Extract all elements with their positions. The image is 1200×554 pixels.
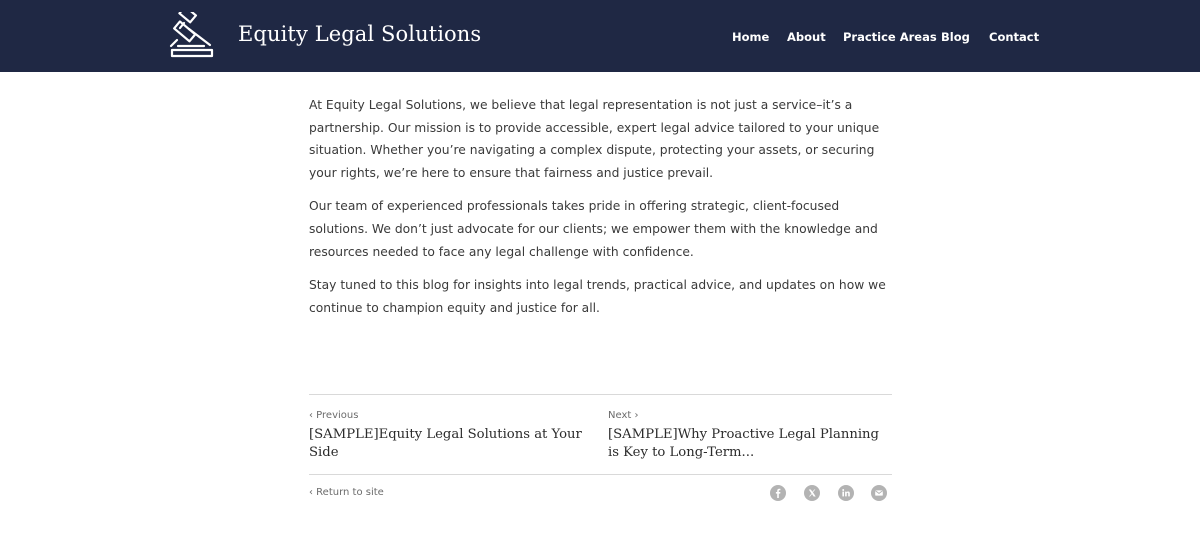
nav-blog[interactable]: Blog [941, 30, 970, 44]
article-paragraph: Stay tuned to this blog for insights int… [309, 277, 886, 315]
nav-about[interactable]: About [787, 30, 826, 44]
main-nav: Home About Practice Areas Blog Contact [0, 30, 1200, 46]
nav-home[interactable]: Home [732, 30, 769, 44]
article-paragraph: Our team of experienced professionals ta… [309, 199, 878, 259]
return-to-site-link[interactable]: ‹ Return to site [309, 487, 384, 498]
email-icon[interactable] [871, 485, 887, 501]
article-body: At Equity Legal Solutions, we believe th… [309, 94, 893, 330]
x-icon[interactable] [804, 485, 820, 501]
next-post-link[interactable]: [SAMPLE]Why Proactive Legal Planning is … [608, 426, 893, 462]
article-paragraph: At Equity Legal Solutions, we believe th… [309, 98, 880, 181]
divider [309, 394, 892, 395]
site-header: Equity Legal Solutions Home About Practi… [0, 0, 1200, 72]
previous-post-link[interactable]: [SAMPLE]Equity Legal Solutions at Your S… [309, 426, 589, 462]
facebook-icon[interactable] [770, 485, 786, 501]
divider [309, 474, 892, 475]
previous-post-label[interactable]: ‹ Previous [309, 410, 358, 421]
next-post-label[interactable]: Next › [608, 410, 638, 421]
nav-contact[interactable]: Contact [989, 30, 1039, 44]
nav-practice-areas[interactable]: Practice Areas [843, 30, 937, 44]
linkedin-icon[interactable] [838, 485, 854, 501]
